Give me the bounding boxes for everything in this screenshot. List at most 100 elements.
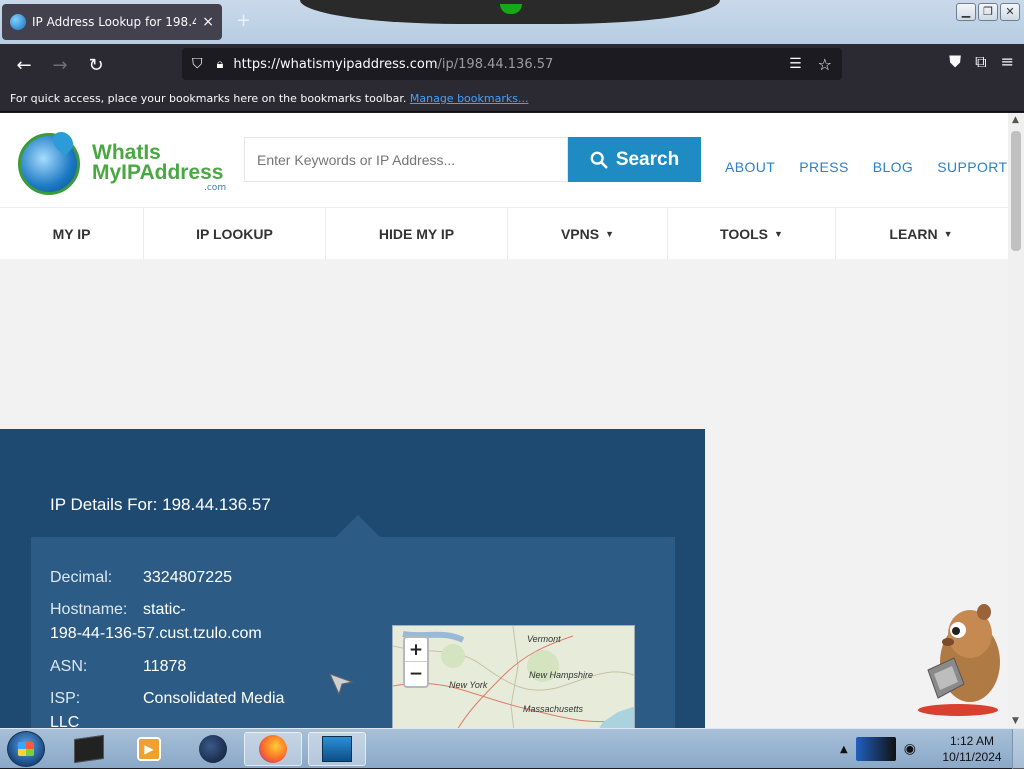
nav-learn[interactable]: LEARN ▼	[836, 208, 1006, 260]
bookmarks-hint: For quick access, place your bookmarks h…	[10, 92, 407, 105]
app-globe-icon	[199, 735, 227, 763]
bookmark-star-icon[interactable]: ☆	[818, 55, 832, 74]
nav-label: LEARN	[889, 226, 938, 242]
decimal-row: Decimal: 3324807225	[50, 569, 232, 587]
blog-link[interactable]: BLOG	[873, 159, 914, 175]
close-tab-icon[interactable]: ×	[202, 14, 214, 30]
decimal-label: Decimal:	[50, 569, 113, 586]
caret-down-icon: ▼	[605, 229, 615, 239]
taskbar-window-manager[interactable]	[308, 732, 366, 766]
terminal-icon	[74, 734, 104, 764]
bookmarks-toolbar: For quick access, place your bookmarks h…	[0, 86, 1024, 112]
hamster-mascot-icon	[918, 604, 1000, 716]
map-background	[393, 626, 634, 728]
hostname-value-part1: static-	[143, 601, 186, 618]
nav-label: VPNS	[560, 226, 600, 242]
taskbar-app[interactable]	[184, 732, 242, 766]
ip-details-card: Decimal: 3324807225 Hostname: static- 198-…	[31, 515, 675, 728]
asn-value: 11878	[143, 658, 187, 675]
card-pointer	[336, 515, 380, 537]
toolbar-right: ⛊ ⧉ ≡	[949, 52, 1014, 72]
mouse-cursor-icon	[329, 673, 354, 696]
logo-com: .com	[204, 183, 227, 193]
page-scrollbar[interactable]: ▲ ▼	[1008, 113, 1024, 728]
decimal-value: 3324807225	[143, 569, 232, 586]
address-bar[interactable]: ⛉ 🔒︎ https://whatismyipaddress.com/ip/19…	[182, 48, 842, 80]
browser-tab[interactable]: IP Address Lookup for 198.44.1 ×	[2, 4, 222, 40]
search-input[interactable]	[244, 137, 568, 182]
press-link[interactable]: PRESS	[799, 159, 848, 175]
taskbar: ▶ ▲ ◉ 1:12 AM 10/11/2024	[0, 728, 1024, 769]
isp-row: ISP: Consolidated Media	[50, 690, 284, 708]
nav-label: TOOLS	[720, 226, 769, 242]
nav-hide-my-ip[interactable]: HIDE MY IP	[326, 208, 508, 260]
forward-arrow-icon[interactable]: →	[42, 55, 78, 76]
main-nav: MY IP IP LOOKUP HIDE MY IP VPNS ▼ TOOLS ▼ …	[0, 207, 1008, 260]
hostname-label: Hostname:	[50, 601, 128, 618]
map-label-massachusetts: Massachusetts	[523, 704, 584, 714]
support-link[interactable]: SUPPORT	[937, 159, 1007, 175]
map-zoom-controls: + −	[403, 636, 429, 688]
hostname-value-part2: 198-44-136-57.cust.tzulo.com	[50, 625, 262, 642]
nav-label: HIDE MY IP	[378, 226, 455, 242]
pocket-icon[interactable]: ⛊	[949, 52, 961, 72]
restore-button[interactable]: ❐	[978, 3, 998, 21]
window-titlebar: IP Address Lookup for 198.44.1 × + ▁ ❐ ✕	[0, 0, 1024, 44]
url-path: /ip/198.44.136.57	[437, 56, 554, 72]
scroll-down-icon[interactable]: ▼	[1012, 716, 1019, 726]
tray-expand-icon[interactable]: ▲	[840, 744, 848, 755]
hostname-row-continued: 198-44-136-57.cust.tzulo.com	[50, 625, 262, 643]
extensions-icon[interactable]: ⧉	[975, 52, 986, 72]
tray-app-icon[interactable]	[855, 737, 896, 761]
scrollbar-thumb[interactable]	[1011, 131, 1021, 251]
isp-value-part1: Consolidated Media	[143, 690, 285, 707]
notch-indicator	[500, 4, 522, 14]
system-tray: ▲ ◉	[840, 729, 916, 769]
asn-row: ASN: 11878	[50, 658, 186, 676]
site-logo[interactable]: WhatIs MyIPAddress .com	[14, 127, 227, 201]
isp-value-part2: LLC	[50, 714, 80, 728]
site-header: WhatIs MyIPAddress .com Search ABOUT PRE…	[0, 113, 1008, 207]
asn-label: ASN:	[50, 658, 88, 675]
window-manager-icon	[322, 736, 352, 762]
taskbar-terminal[interactable]	[60, 732, 118, 766]
scroll-up-icon[interactable]: ▲	[1012, 115, 1019, 125]
location-map[interactable]: + − Vermont New Hampshire New York Massa…	[392, 625, 635, 728]
about-link[interactable]: ABOUT	[725, 159, 775, 175]
zoom-out-button[interactable]: −	[405, 662, 427, 686]
network-icon[interactable]: ◉	[904, 741, 916, 757]
nav-tools[interactable]: TOOLS ▼	[668, 208, 836, 260]
new-tab-button[interactable]: +	[236, 10, 251, 31]
close-window-button[interactable]: ✕	[1000, 3, 1020, 21]
firefox-icon	[259, 735, 287, 763]
search-button-label: Search	[615, 148, 680, 170]
nav-vpns[interactable]: VPNS ▼	[508, 208, 668, 260]
nav-my-ip[interactable]: MY IP	[0, 208, 144, 260]
map-label-new-york: New York	[449, 680, 488, 690]
start-button[interactable]	[7, 731, 45, 767]
nav-ip-lookup[interactable]: IP LOOKUP	[144, 208, 326, 260]
back-arrow-icon[interactable]: ←	[6, 55, 42, 76]
ip-details-title: IP Details For: 198.44.136.57	[50, 495, 271, 514]
web-page: WhatIs MyIPAddress .com Search ABOUT PRE…	[0, 113, 1008, 728]
map-label-vermont: Vermont	[527, 634, 561, 644]
taskbar-firefox[interactable]	[244, 732, 302, 766]
logo-text-line2: MyIPAddress	[92, 161, 224, 184]
show-desktop-button[interactable]	[1012, 729, 1024, 769]
tab-title: IP Address Lookup for 198.44.1	[32, 15, 197, 29]
minimize-button[interactable]: ▁	[956, 3, 976, 21]
search-button[interactable]: Search	[568, 137, 701, 182]
media-player-icon: ▶	[137, 737, 161, 761]
clock[interactable]: 1:12 AM 10/11/2024	[940, 733, 1004, 765]
nav-label: MY IP	[52, 226, 91, 242]
isp-label: ISP:	[50, 690, 81, 707]
taskbar-media-player[interactable]: ▶	[120, 732, 178, 766]
reader-view-icon[interactable]: ☰	[789, 56, 802, 72]
lock-icon[interactable]: 🔒︎	[217, 57, 224, 72]
reload-icon[interactable]: ↻	[78, 55, 114, 76]
shield-icon[interactable]: ⛉	[192, 56, 203, 72]
manage-bookmarks-link[interactable]: Manage bookmarks...	[410, 92, 529, 105]
clock-date: 10/11/2024	[942, 750, 1002, 764]
menu-icon[interactable]: ≡	[1001, 52, 1014, 72]
zoom-in-button[interactable]: +	[405, 638, 427, 662]
